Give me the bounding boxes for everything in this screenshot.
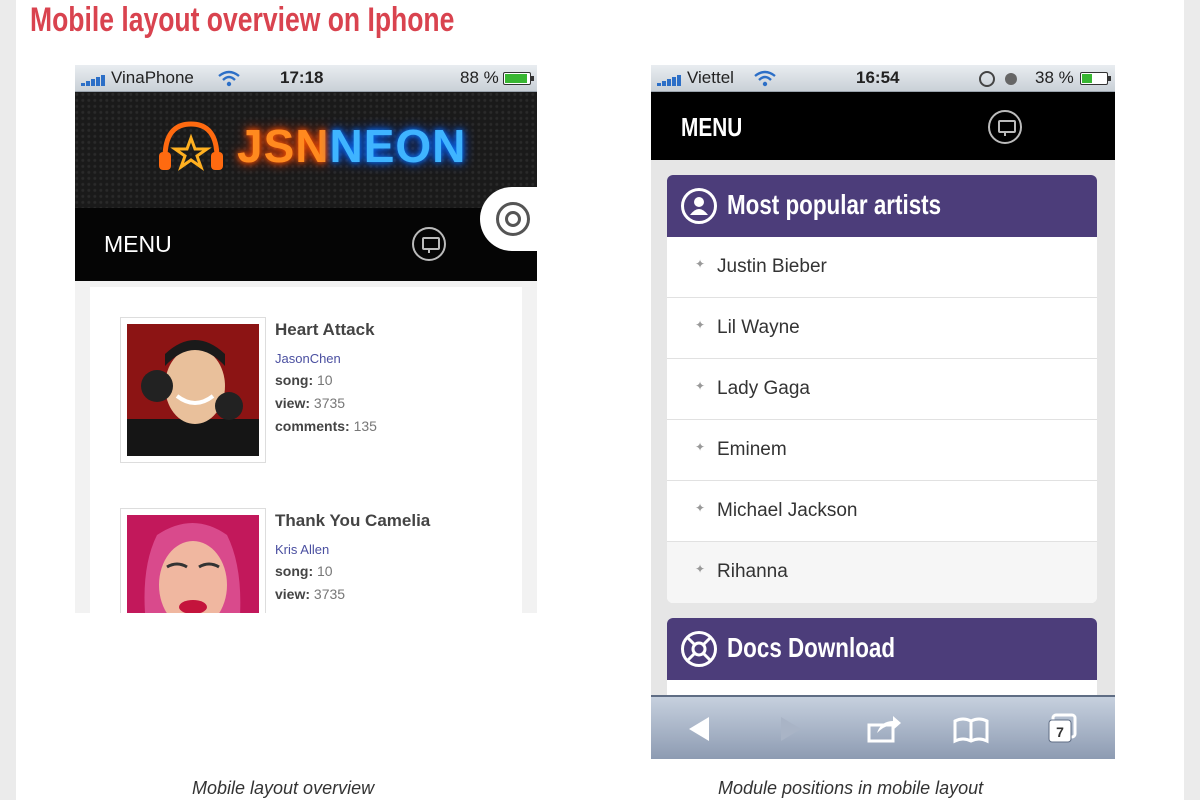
- song-title[interactable]: Thank You Camelia: [275, 511, 430, 531]
- clock: 17:18: [280, 68, 324, 87]
- song-title[interactable]: Heart Attack: [275, 320, 375, 340]
- artist-list-item[interactable]: ✦ Lil Wayne: [667, 298, 1097, 359]
- tabs-icon[interactable]: 7: [1043, 711, 1083, 747]
- menu-bar: MENU: [651, 92, 1115, 160]
- song-count: song: 10: [275, 372, 333, 388]
- module-title: Most popular artists: [727, 189, 942, 220]
- comment-count-value: 135: [353, 418, 377, 434]
- artist-photo-image: [127, 515, 259, 613]
- view-count: view: 3735: [275, 395, 345, 411]
- carrier-name: VinaPhone: [111, 68, 194, 87]
- view-count: view: 3735: [275, 586, 345, 602]
- artist-name: Michael Jackson: [717, 500, 858, 521]
- page-title: Mobile layout overview on Iphone: [30, 1, 455, 39]
- forward-icon[interactable]: [769, 711, 809, 747]
- artist-list-item[interactable]: ✦ Rihanna: [667, 542, 1097, 603]
- song-count-value: 10: [317, 563, 333, 579]
- artist-list-item[interactable]: ✦ Lady Gaga: [667, 359, 1097, 420]
- view-count-value: 3735: [313, 395, 346, 411]
- song-thumbnail[interactable]: [120, 508, 266, 613]
- bullet-icon: ✦: [695, 379, 706, 393]
- signal-icon: [657, 74, 681, 86]
- status-bar: VinaPhone 17:18 88 %: [75, 65, 537, 92]
- phone-screenshot-modules: Viettel 16:54 38 % MENU Most popular art…: [651, 65, 1115, 759]
- popular-artists-module: Most popular artists ✦ Justin Bieber ✦ Lil…: [667, 175, 1097, 603]
- song-item: Heart Attack JasonChen song: 10 view: 37…: [120, 317, 500, 467]
- tabs-count: 7: [1056, 724, 1064, 740]
- figure-caption-right: Module positions in mobile layout: [718, 778, 984, 798]
- figure-caption-left: Mobile layout overview: [192, 778, 375, 798]
- safari-toolbar: 7: [651, 695, 1115, 759]
- user-icon: [681, 188, 717, 224]
- song-artist[interactable]: Kris Allen: [275, 542, 329, 557]
- song-count-value: 10: [317, 372, 333, 388]
- battery-icon: [1080, 72, 1111, 85]
- artist-name: Rihanna: [717, 561, 788, 582]
- lifebuoy-icon: [681, 631, 717, 667]
- wifi-icon: [218, 70, 240, 87]
- bookmarks-icon[interactable]: [951, 711, 991, 747]
- back-icon[interactable]: [681, 711, 721, 747]
- artist-name: Lady Gaga: [717, 378, 810, 399]
- site-header: JSNNEON: [75, 92, 537, 208]
- module-header: Docs Download: [667, 618, 1097, 680]
- song-count-label: song:: [275, 563, 314, 579]
- menu-bar: MENU: [75, 208, 537, 281]
- lock-alarm-icon: [979, 71, 1017, 87]
- bullet-icon: ✦: [695, 501, 706, 515]
- logo-text-jsn: JSN: [237, 120, 330, 172]
- wifi-icon: [754, 70, 776, 87]
- desktop-switch-icon[interactable]: [412, 227, 446, 261]
- song-list: Heart Attack JasonChen song: 10 view: 37…: [90, 287, 522, 613]
- bullet-icon: ✦: [695, 257, 706, 271]
- headphones-star-icon: [159, 121, 223, 171]
- artist-list-item[interactable]: ✦ Justin Bieber: [667, 237, 1097, 298]
- bullet-icon: ✦: [695, 318, 706, 332]
- song-item: Thank You Camelia Kris Allen song: 10 vi…: [120, 508, 500, 613]
- song-count: song: 10: [275, 563, 333, 579]
- carrier-name: Viettel: [687, 68, 734, 87]
- artist-name: Justin Bieber: [717, 256, 827, 277]
- bullet-icon: ✦: [695, 440, 706, 454]
- battery-percent: 88 %: [460, 68, 499, 87]
- comment-count-label: comments:: [275, 418, 350, 434]
- battery-icon: [503, 72, 534, 85]
- phone-screenshot-home: VinaPhone 17:18 88 % JSNNEON MENU Heart …: [75, 65, 537, 613]
- artist-name: Lil Wayne: [717, 317, 800, 338]
- song-thumbnail[interactable]: [120, 317, 266, 463]
- gear-icon: [496, 202, 530, 236]
- module-title: Docs Download: [727, 632, 896, 663]
- artist-list-item[interactable]: ✦ Eminem: [667, 420, 1097, 481]
- menu-button[interactable]: MENU: [681, 112, 742, 143]
- view-count-label: view:: [275, 586, 311, 602]
- desktop-switch-icon[interactable]: [988, 110, 1022, 144]
- menu-button[interactable]: MENU: [104, 231, 172, 258]
- clock: 16:54: [856, 68, 900, 87]
- artist-name: Eminem: [717, 439, 787, 460]
- share-icon[interactable]: [863, 711, 903, 747]
- song-count-label: song:: [275, 372, 314, 388]
- logo-text-neon: NEON: [329, 120, 467, 172]
- battery-percent: 38 %: [1035, 68, 1074, 87]
- artist-list-item[interactable]: ✦ Michael Jackson: [667, 481, 1097, 542]
- view-count-value: 3735: [313, 586, 346, 602]
- song-artist[interactable]: JasonChen: [275, 351, 341, 366]
- comment-count: comments: 135: [275, 418, 377, 434]
- signal-icon: [81, 74, 105, 86]
- artist-photo-image: [127, 324, 259, 456]
- view-count-label: view:: [275, 395, 311, 411]
- settings-toggle[interactable]: [480, 187, 537, 251]
- module-header: Most popular artists: [667, 175, 1097, 237]
- site-logo[interactable]: JSNNEON: [155, 116, 475, 176]
- bullet-icon: ✦: [695, 562, 706, 576]
- status-bar: Viettel 16:54 38 %: [651, 65, 1115, 92]
